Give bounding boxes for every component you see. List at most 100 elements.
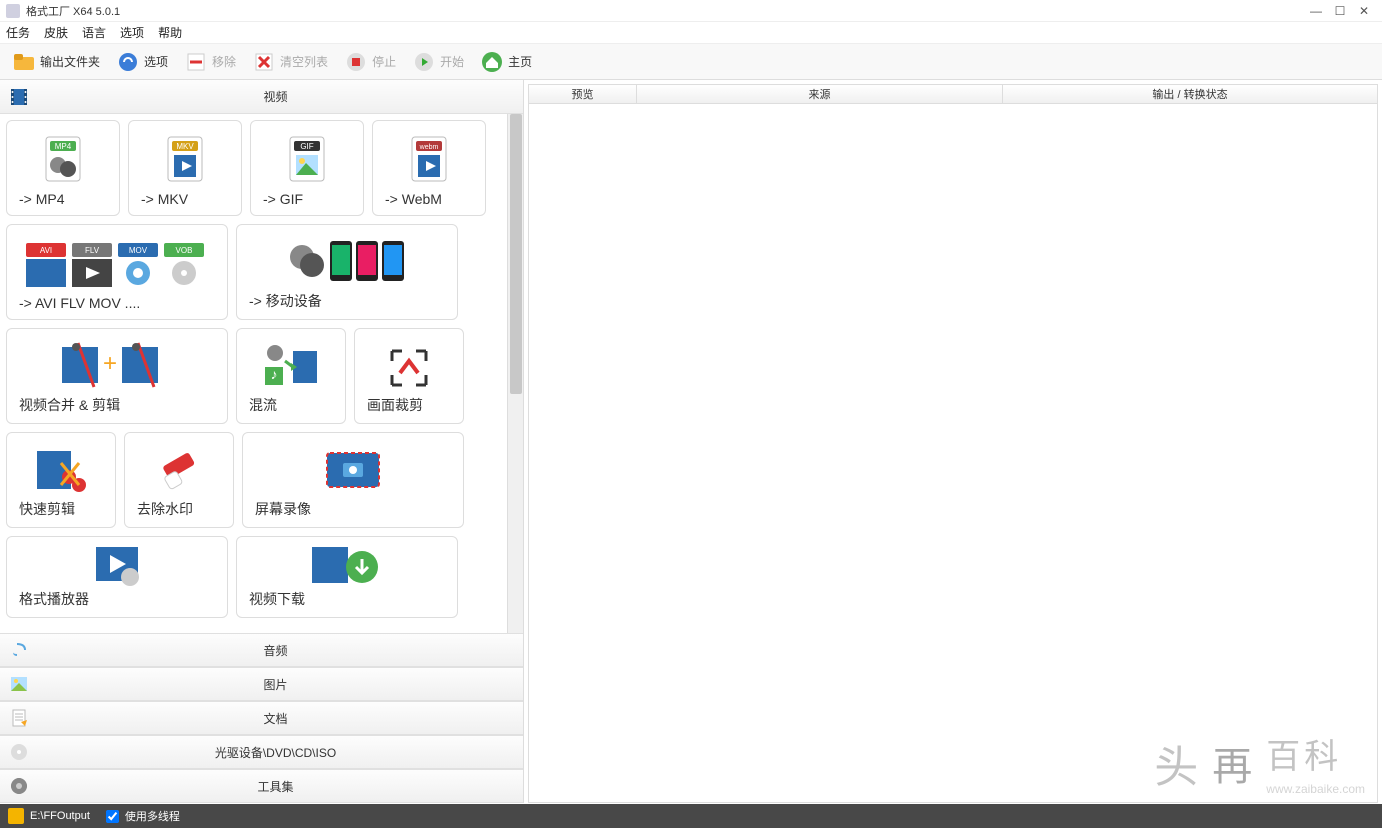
category-document-label: 文档 [36,710,515,727]
watermark-main: 再 [1212,734,1252,792]
mobile-icon [245,233,449,291]
tile-webm-label: -> WebM [381,191,477,207]
category-video[interactable]: 视频 [0,80,523,114]
play-icon [412,50,436,74]
tile-merge-edit-label: 视频合并 & 剪辑 [15,395,219,415]
audio-category-icon [8,639,30,661]
menu-help[interactable]: 帮助 [158,24,182,41]
remove-button[interactable]: 移除 [178,48,242,76]
category-document[interactable]: 文档 [0,701,523,735]
tile-mp4[interactable]: MP4 -> MP4 [6,120,120,216]
col-output-status[interactable]: 输出 / 转换状态 [1003,85,1377,103]
category-audio-label: 音频 [36,642,515,659]
remove-label: 移除 [212,53,236,70]
menu-task[interactable]: 任务 [6,24,30,41]
svg-text:webm: webm [419,144,439,151]
tile-gif[interactable]: GIF -> GIF [250,120,364,216]
tile-video-download[interactable]: 视频下载 [236,536,458,618]
menu-bar: 任务 皮肤 语言 选项 帮助 [0,22,1382,44]
avi-etc-icon: AVI FLV MOV VOB [15,233,219,295]
tile-remove-watermark[interactable]: 去除水印 [124,432,234,528]
tile-mkv-label: -> MKV [137,191,233,207]
tile-remove-watermark-label: 去除水印 [133,499,225,519]
clear-icon [252,50,276,74]
close-button[interactable]: ✕ [1352,0,1376,22]
status-bar: E:\FFOutput 使用多线程 [0,804,1382,828]
col-source[interactable]: 来源 [637,85,1003,103]
tile-player[interactable]: 格式播放器 [6,536,228,618]
options-label: 选项 [144,53,168,70]
svg-text:AVI: AVI [40,246,52,255]
svg-text:VOB: VOB [176,246,193,255]
options-icon [116,50,140,74]
tile-avi-etc[interactable]: AVI FLV MOV VOB -> AVI FLV MOV .... [6,224,228,320]
svg-text:FLV: FLV [85,246,100,255]
tile-merge-edit[interactable]: + 视频合并 & 剪辑 [6,328,228,424]
category-pane: 视频 MP4 -> MP4 MKV -> MKV GIF -> GIF webm [0,80,524,803]
menu-language[interactable]: 语言 [82,24,106,41]
home-icon [480,50,504,74]
stop-button[interactable]: 停止 [338,48,402,76]
list-header: 预览 来源 输出 / 转换状态 [528,84,1378,104]
category-video-label: 视频 [36,88,515,105]
home-button[interactable]: 主页 [474,48,538,76]
category-image[interactable]: 图片 [0,667,523,701]
svg-text:MKV: MKV [176,142,194,151]
tile-crop-label: 画面裁剪 [363,395,455,415]
clear-list-button[interactable]: 清空列表 [246,48,334,76]
remove-icon [184,50,208,74]
scrollbar-thumb[interactable] [510,114,522,394]
document-category-icon [8,707,30,729]
category-image-label: 图片 [36,676,515,693]
tiles-scrollbar[interactable] [507,114,523,633]
maximize-button[interactable]: ☐ [1328,0,1352,22]
clear-label: 清空列表 [280,53,328,70]
eraser-icon [133,441,225,499]
task-list-pane: 预览 来源 输出 / 转换状态 头 再 百科 www.zaibaike.com [524,80,1382,803]
multithread-checkbox[interactable] [106,810,119,823]
title-bar: 格式工厂 X64 5.0.1 — ☐ ✕ [0,0,1382,22]
category-optical[interactable]: 光驱设备\DVD\CD\ISO [0,735,523,769]
tile-crop[interactable]: 画面裁剪 [354,328,464,424]
category-tools[interactable]: 工具集 [0,769,523,803]
status-folder-icon[interactable] [8,808,24,824]
watermark-url: www.zaibaike.com [1266,782,1365,796]
output-path[interactable]: E:\FFOutput [30,810,90,822]
start-button[interactable]: 开始 [406,48,470,76]
video-tiles: MP4 -> MP4 MKV -> MKV GIF -> GIF webm ->… [0,114,507,633]
minimize-button[interactable]: — [1304,0,1328,22]
col-preview[interactable]: 预览 [529,85,637,103]
svg-text:♪: ♪ [271,366,278,382]
video-category-icon [8,86,30,108]
options-button[interactable]: 选项 [110,48,174,76]
svg-text:MP4: MP4 [55,142,72,151]
svg-text:GIF: GIF [300,142,313,151]
app-icon [6,4,20,18]
watermark: 头 再 百科 www.zaibaike.com [1154,729,1365,796]
tile-screen-record[interactable]: 屏幕录像 [242,432,464,528]
crop-icon [363,337,455,395]
merge-edit-icon: + [15,337,219,395]
output-folder-button[interactable]: 输出文件夹 [6,48,106,76]
multithread-label: 使用多线程 [125,808,180,824]
video-download-icon [245,541,449,589]
mux-icon: ♪ [245,337,337,395]
stop-label: 停止 [372,53,396,70]
tile-mkv[interactable]: MKV -> MKV [128,120,242,216]
tile-mux[interactable]: ♪ 混流 [236,328,346,424]
menu-skin[interactable]: 皮肤 [44,24,68,41]
output-folder-label: 输出文件夹 [40,53,100,70]
screen-record-icon [251,441,455,499]
category-tools-label: 工具集 [36,778,515,795]
menu-options[interactable]: 选项 [120,24,144,41]
tile-quick-cut[interactable]: 快速剪辑 [6,432,116,528]
tile-screen-record-label: 屏幕录像 [251,499,455,519]
tile-webm[interactable]: webm -> WebM [372,120,486,216]
gif-icon: GIF [259,129,355,191]
stop-icon [344,50,368,74]
category-audio[interactable]: 音频 [0,633,523,667]
start-label: 开始 [440,53,464,70]
tile-mobile[interactable]: -> 移动设备 [236,224,458,320]
tile-mobile-label: -> 移动设备 [245,291,449,311]
svg-text:MOV: MOV [129,246,148,255]
